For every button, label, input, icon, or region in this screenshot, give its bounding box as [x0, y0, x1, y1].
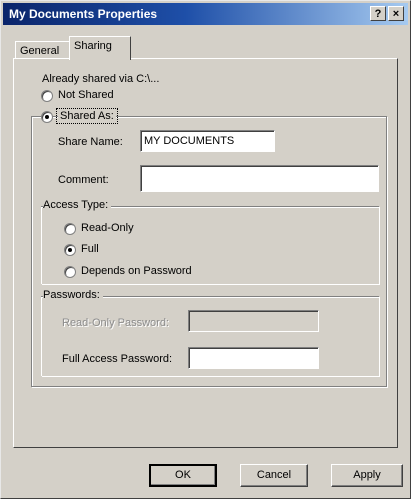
passwords-label: Passwords: — [43, 289, 103, 301]
already-shared-text: Already shared via C:\... — [42, 73, 160, 85]
read-only-radio[interactable] — [64, 223, 76, 235]
tab-general[interactable]: General — [15, 41, 70, 58]
read-only-password-label: Read-Only Password: — [62, 317, 169, 329]
tab-sharing[interactable]: Sharing — [69, 36, 131, 60]
ok-button[interactable]: OK — [149, 464, 217, 487]
title-bar[interactable]: My Documents Properties ? × — [3, 3, 408, 25]
window-title: My Documents Properties — [9, 7, 158, 21]
help-button[interactable]: ? — [370, 6, 386, 21]
full-access-label[interactable]: Full — [81, 243, 99, 255]
full-access-password-input[interactable] — [188, 347, 319, 369]
cancel-button[interactable]: Cancel — [240, 464, 308, 487]
shared-as-radio[interactable] — [41, 111, 53, 123]
properties-dialog: My Documents Properties ? × General Shar… — [0, 0, 411, 499]
comment-input[interactable] — [140, 165, 379, 192]
not-shared-radio[interactable] — [41, 90, 53, 102]
full-access-radio[interactable] — [64, 244, 76, 256]
share-name-input[interactable] — [140, 130, 275, 152]
share-name-label: Share Name: — [58, 136, 123, 148]
read-only-password-input[interactable] — [188, 310, 319, 332]
access-type-label: Access Type: — [43, 199, 112, 211]
depends-on-password-label[interactable]: Depends on Password — [81, 265, 192, 277]
close-button[interactable]: × — [388, 6, 404, 21]
comment-label: Comment: — [58, 174, 109, 186]
full-access-password-label: Full Access Password: — [62, 353, 173, 365]
read-only-label[interactable]: Read-Only — [81, 222, 134, 234]
depends-on-password-radio[interactable] — [64, 266, 76, 278]
not-shared-label[interactable]: Not Shared — [58, 89, 114, 101]
apply-button[interactable]: Apply — [331, 464, 403, 487]
shared-as-label[interactable]: Shared As: — [56, 108, 118, 124]
